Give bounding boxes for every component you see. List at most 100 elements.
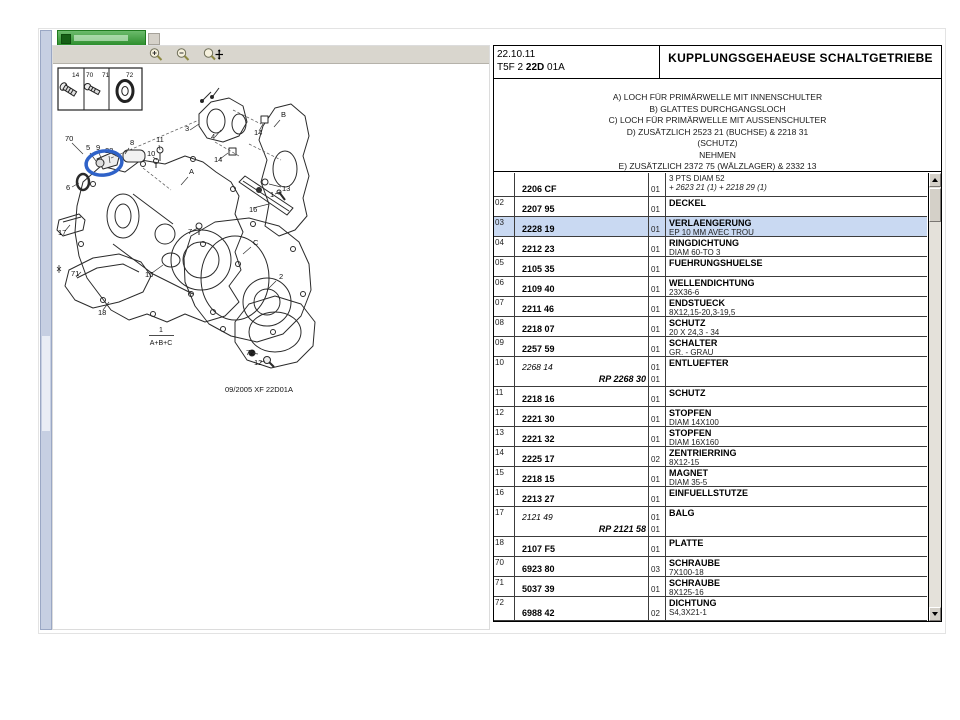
part-name: DECKEL	[669, 198, 927, 208]
qty: 01	[649, 362, 665, 374]
left-scrollbar-thumb[interactable]	[42, 336, 50, 431]
part-ref: 2121 49	[515, 512, 648, 524]
table-row[interactable]: 112218 1601SCHUTZ	[494, 387, 927, 407]
qty: 01	[649, 544, 665, 556]
part-name-cell: FUEHRUNGSHUELSE	[666, 257, 927, 276]
qty: 01	[649, 204, 665, 216]
svg-text:A+B+C: A+B+C	[150, 340, 173, 347]
qty: 01	[649, 224, 665, 236]
table-row[interactable]: 102268 14RP 2268 300101ENTLUEFTER	[494, 357, 927, 387]
part-name-cell: SCHUTZ20 X 24,3 - 34	[666, 317, 927, 336]
part-name: STOPFEN	[669, 428, 927, 438]
part-ref-cell: 2221 32	[515, 427, 649, 446]
doc-date: 22.10.11	[497, 48, 659, 61]
qty: 01	[649, 374, 665, 386]
part-detail: 8X12-15	[669, 458, 927, 466]
note-line: A) LOCH FÜR PRIMÄRWELLE MIT INNENSCHULTE…	[494, 92, 941, 104]
side-housing-shape	[259, 104, 309, 236]
table-row[interactable]: 072211 4601ENDSTUECK8X12,15-20,3-19,5	[494, 297, 927, 317]
part-detail: 23X36-6	[669, 288, 927, 296]
table-row[interactable]: 2206 CF013 PTS DIAM 52+ 2623 21 (1) + 22…	[494, 173, 927, 197]
qty-cell: 01	[649, 217, 666, 236]
part-ref-cell: 6923 80	[515, 557, 649, 576]
row-index: 03	[494, 217, 515, 236]
part-name-cell: STOPFENDIAM 16X160	[666, 427, 927, 446]
zoom-pan-icon[interactable]	[202, 47, 222, 62]
part-name-cell: ZENTRIERRING8X12-15	[666, 447, 927, 466]
callout-5: 5	[86, 143, 90, 152]
qty: 01	[649, 434, 665, 446]
table-row[interactable]: 122221 3001STOPFENDIAM 14X100	[494, 407, 927, 427]
table-row[interactable]: 182107 F501PLATTE	[494, 537, 927, 557]
part-ref-cell: 2218 16	[515, 387, 649, 406]
table-row[interactable]: 022207 9501DECKEL	[494, 197, 927, 217]
part-name-cell: SCHRAUBE7X100-18	[666, 557, 927, 576]
part-name: VERLAENGERUNG	[669, 218, 927, 228]
part-detail: 8X12,15-20,3-19,5	[669, 308, 927, 316]
svg-text:72: 72	[126, 72, 134, 79]
part-ref: 2211 46	[515, 304, 648, 316]
qty-cell: 01	[649, 467, 666, 486]
part-ref-cell: 2218 07	[515, 317, 649, 336]
active-green-tab[interactable]	[57, 30, 146, 45]
callout-7: 7	[188, 227, 192, 236]
scrollbar-thumb[interactable]	[929, 188, 941, 222]
qty: 01	[649, 244, 665, 256]
callout-leaders	[65, 120, 281, 362]
table-row[interactable]: 152218 1501MAGNETDIAM 35-5	[494, 467, 927, 487]
qty: 01	[649, 264, 665, 276]
part-detail: DIAM 16X160	[669, 438, 927, 446]
zoom-in-icon[interactable]	[148, 47, 168, 62]
qty-cell: 01	[649, 257, 666, 276]
table-scrollbar[interactable]	[928, 173, 941, 621]
qty-cell: 01	[649, 317, 666, 336]
table-row[interactable]: 082218 0701SCHUTZ20 X 24,3 - 34	[494, 317, 927, 337]
part-name: SCHRAUBE	[669, 578, 927, 588]
table-row[interactable]: 142225 1702ZENTRIERRING8X12-15	[494, 447, 927, 467]
callout-6: 6	[66, 183, 70, 192]
row-index: 18	[494, 537, 515, 556]
table-row[interactable]: 032228 1901VERLAENGERUNGEP 10 MM AVEC TR…	[494, 217, 927, 237]
scroll-down-button[interactable]	[929, 607, 941, 621]
part-ref: 2225 17	[515, 454, 648, 466]
part-ref: 2107 F5	[515, 544, 648, 556]
callout-B: B	[281, 110, 286, 119]
left-scrollbar[interactable]	[40, 30, 52, 630]
inactive-tab-stub[interactable]	[148, 33, 160, 45]
table-row[interactable]: 132221 3201STOPFENDIAM 16X160	[494, 427, 927, 447]
callout-4: 4	[211, 132, 215, 141]
table-row[interactable]: 092257 5901SCHALTERGR. - GRAU	[494, 337, 927, 357]
part-detail: 3 PTS DIAM 52	[669, 174, 927, 183]
table-row[interactable]: 042212 2301RINGDICHTUNGDIAM 60-TO 3	[494, 237, 927, 257]
qty: 03	[649, 564, 665, 576]
part-name: MAGNET	[669, 468, 927, 478]
app-window: 14 70 71 72	[0, 0, 960, 720]
part-ref-cell: 2109 40	[515, 277, 649, 296]
row-index: 70	[494, 557, 515, 576]
zoom-out-icon[interactable]	[175, 47, 195, 62]
part-detail: 7X100-18	[669, 568, 927, 576]
arrow-down-icon	[932, 612, 938, 616]
qty-cell: 01	[649, 337, 666, 356]
qty: 01	[649, 344, 665, 356]
qty-cell: 02	[649, 447, 666, 466]
table-row[interactable]: 062109 4001WELLENDICHTUNG23X36-6	[494, 277, 927, 297]
part-ref-cell: 2268 14RP 2268 30	[515, 357, 649, 386]
table-row[interactable]: 172121 49RP 2121 580101BALG	[494, 507, 927, 537]
callout-1: 1	[270, 190, 274, 199]
part-detail: 20 X 24,3 - 34	[669, 328, 927, 336]
part-name-cell: MAGNETDIAM 35-5	[666, 467, 927, 486]
table-row[interactable]: 715037 3901SCHRAUBE8X125-16	[494, 577, 927, 597]
doc-code: T5F 2 22D 01A	[497, 61, 659, 74]
tab-icon	[61, 34, 71, 44]
doc-code-suffix: 01A	[544, 62, 565, 73]
table-row[interactable]: 162213 2701EINFUELLSTUTZE	[494, 487, 927, 507]
table-row[interactable]: 052105 3501FUEHRUNGSHUELSE	[494, 257, 927, 277]
qty-cell: 01	[649, 387, 666, 406]
scroll-up-button[interactable]	[929, 173, 941, 187]
table-row[interactable]: 726988 4202DICHTUNGS4,3X21-1	[494, 597, 927, 621]
part-name-cell: BALG	[666, 507, 927, 536]
part-ref-cell: 2257 59	[515, 337, 649, 356]
fraction-note: 1 A+B+C	[149, 327, 174, 347]
table-row[interactable]: 706923 8003SCHRAUBE7X100-18	[494, 557, 927, 577]
